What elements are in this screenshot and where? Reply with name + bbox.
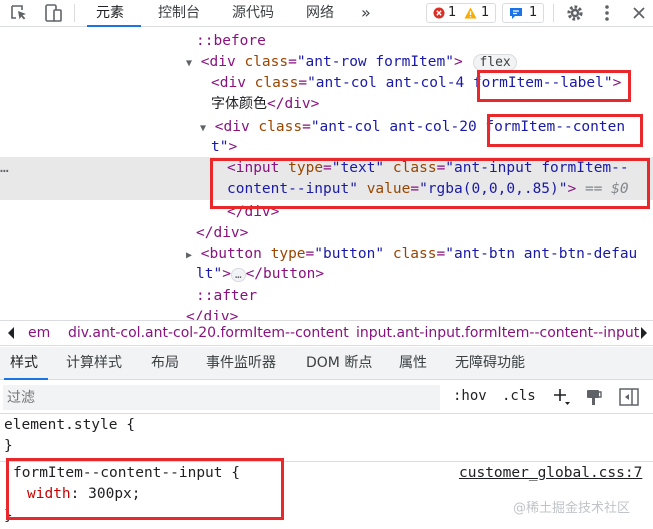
tab-event-listeners[interactable]: 事件监听器 [206, 347, 276, 380]
tab-sources[interactable]: 源代码 [232, 0, 274, 27]
tab-properties[interactable]: 属性 [399, 347, 427, 380]
color-palette-icon[interactable] [585, 388, 603, 410]
annotation-input-node [210, 158, 650, 209]
tab-styles[interactable]: 样式 [10, 347, 38, 380]
annotation-content-class [487, 114, 643, 147]
collapse-triangle-icon[interactable]: ▶ [186, 250, 192, 261]
active-tab-indicator [87, 25, 141, 27]
element-style-selector[interactable]: element.style { [4, 417, 135, 433]
styles-filter-input[interactable] [3, 385, 440, 410]
new-style-rule-icon[interactable] [552, 387, 572, 411]
rule-source-link[interactable]: customer_global.css:7 [459, 465, 642, 481]
messages-counter[interactable]: 1 [502, 3, 544, 23]
button-node-cont: lt">… </button> [196, 266, 325, 282]
active-subtab-indicator [4, 378, 48, 380]
issues-counter[interactable]: 1 1 [426, 3, 496, 23]
watermark: @稀土掘金技术社区 [513, 501, 631, 516]
collapsed-children-ellipsis[interactable]: … [230, 268, 246, 282]
tab-elements[interactable]: 元素 [96, 0, 124, 27]
element-style-close: } [4, 438, 13, 454]
expand-triangle-icon[interactable]: ▼ [186, 58, 192, 69]
warning-count: 1 [481, 5, 490, 20]
error-icon [433, 7, 445, 25]
tab-accessibility[interactable]: 无障碍功能 [455, 347, 525, 380]
annotation-style-rule [6, 458, 284, 520]
hov-toggle-button[interactable]: :hov [453, 388, 487, 404]
row-close-node[interactable]: </div> [186, 307, 238, 320]
content-col-div-node-cont: t"> [211, 139, 238, 155]
close-devtools-icon[interactable] [628, 3, 650, 23]
expand-triangle-icon[interactable]: ▼ [200, 123, 206, 134]
flex-badge[interactable]: flex [473, 54, 517, 71]
breadcrumb-item[interactable]: em [28, 321, 50, 346]
toggle-sidebar-icon[interactable] [619, 388, 639, 410]
toolbar-divider [553, 4, 554, 22]
breadcrumb-item-current[interactable]: input.ant-input.formItem--content--input [356, 321, 639, 346]
sidebar-pane-tabs: 样式 计算样式 布局 事件监听器 DOM 断点 属性 无障碍功能 [0, 347, 653, 380]
warning-icon [464, 7, 477, 25]
settings-gear-icon[interactable] [564, 3, 586, 23]
tab-layout[interactable]: 布局 [151, 347, 179, 380]
error-count: 1 [448, 5, 457, 20]
annotation-label-class [477, 70, 631, 102]
styles-filter-bar: :hov .cls [0, 381, 653, 414]
cls-toggle-button[interactable]: .cls [502, 388, 536, 404]
toolbar-divider [74, 4, 75, 22]
close-div-node[interactable]: </div> [196, 223, 248, 244]
pseudo-after-node[interactable]: ::after [196, 286, 257, 307]
pseudo-before-node[interactable]: ::before [196, 31, 266, 52]
elements-dom-tree: ::before ▼ <div class="ant-row formItem"… [0, 28, 653, 320]
button-node[interactable]: ▶ <button type="button" class="ant-btn a… [186, 244, 637, 265]
tab-console[interactable]: 控制台 [158, 0, 200, 27]
inspect-element-icon[interactable] [8, 3, 30, 23]
message-icon [509, 7, 523, 26]
tab-network[interactable]: 网络 [306, 0, 334, 27]
breadcrumb-item[interactable]: div.ant-col.ant-col-20.formItem--content [68, 321, 349, 346]
tab-computed[interactable]: 计算样式 [66, 347, 122, 380]
message-count: 1 [529, 5, 538, 20]
more-tabs-button[interactable]: » [361, 0, 371, 27]
tab-dom-breakpoints[interactable]: DOM 断点 [306, 347, 372, 380]
device-toolbar-icon[interactable] [42, 3, 64, 23]
more-options-icon[interactable] [596, 3, 618, 23]
breadcrumb-scroll-left-icon[interactable] [7, 327, 15, 343]
breadcrumb: em div.ant-col.ant-col-20.formItem--cont… [0, 320, 653, 346]
node-gutter-ellipsis[interactable]: … [0, 158, 30, 179]
devtools-toolbar: 元素 控制台 源代码 网络 » 1 1 1 [0, 0, 653, 27]
label-text-node[interactable]: 字体颜色</div> [211, 94, 319, 115]
row-div-node[interactable]: ▼ <div class="ant-row formItem"> flex [186, 52, 517, 73]
breadcrumb-scroll-right-icon[interactable] [640, 327, 648, 343]
